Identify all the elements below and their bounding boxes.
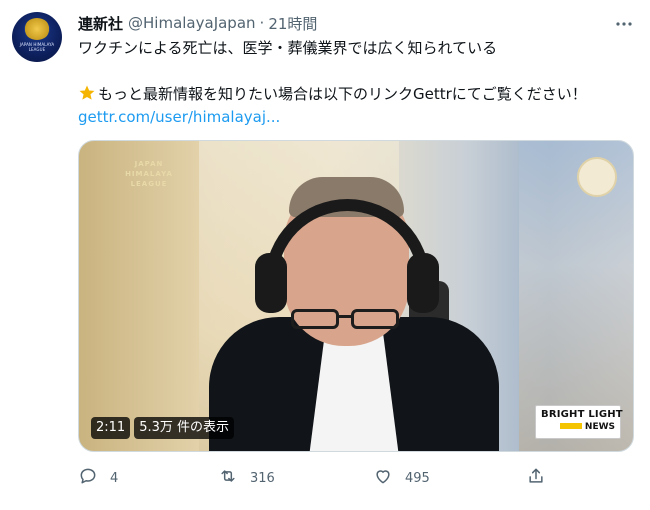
video-view-count: 5.3万 件の表示	[134, 417, 235, 439]
retweet-icon	[218, 466, 238, 490]
more-options-icon[interactable]	[614, 14, 634, 34]
like-button[interactable]: 495	[373, 466, 430, 490]
separator: ·	[259, 14, 265, 32]
reply-count: 4	[110, 470, 119, 486]
avatar-emblem-icon	[24, 18, 50, 40]
video-duration: 2:11	[91, 417, 131, 439]
headphone-earcup-left	[255, 253, 287, 313]
avatar[interactable]: JAPAN HIMALAYA LEAGUE	[12, 12, 62, 62]
channel-watermark: JAPAN HIMALAYA LEAGUE	[125, 160, 173, 188]
brand-bar-icon	[559, 423, 582, 429]
tweet-text-line1: ワクチンによる死亡は、医学・葬儀業界では広く知られている	[78, 39, 498, 57]
brand-line2: NEWS	[584, 422, 615, 432]
reply-button[interactable]: 4	[78, 466, 118, 490]
share-button[interactable]	[526, 466, 546, 490]
retweet-button[interactable]: 316	[218, 466, 275, 490]
tweet-actions: 4 316 495	[78, 466, 558, 490]
tweet-header: 連新社 @HimalayaJapan · 21時間	[78, 12, 317, 34]
tweet: JAPAN HIMALAYA LEAGUE 連新社 @HimalayaJapan…	[0, 0, 650, 510]
bright-light-news-logo: BRIGHT LIGHT NEWS	[535, 405, 623, 439]
video-player[interactable]: JAPAN HIMALAYA LEAGUE 2:11 5.3万 件の表示 BRI…	[78, 140, 634, 452]
video-info-badges: 2:11 5.3万 件の表示	[91, 417, 235, 439]
heart-icon	[373, 466, 393, 490]
reply-icon	[78, 466, 98, 490]
retweet-count: 316	[250, 470, 275, 486]
share-icon	[526, 466, 546, 490]
brand-line1: BRIGHT LIGHT	[541, 409, 623, 420]
tweet-text-line2: もっと最新情報を知りたい場合は以下のリンクGettrにてご覧ください！	[98, 85, 587, 103]
star-emoji-icon	[78, 84, 96, 107]
author-name[interactable]: 連新社	[78, 13, 123, 34]
speaker-glasses	[291, 309, 401, 331]
author-handle[interactable]: @HimalayaJapan	[128, 14, 256, 32]
like-count: 495	[405, 470, 430, 486]
tweet-text-line2-row: もっと最新情報を知りたい場合は以下のリンクGettrにてご覧ください！	[78, 84, 587, 107]
timestamp[interactable]: 21時間	[268, 13, 317, 34]
gettr-link[interactable]: gettr.com/user/himalayaj...	[78, 108, 280, 126]
headphone-earcup-right	[407, 253, 439, 313]
channel-logo-icon	[577, 157, 617, 197]
avatar-text: JAPAN HIMALAYA LEAGUE	[19, 42, 55, 52]
